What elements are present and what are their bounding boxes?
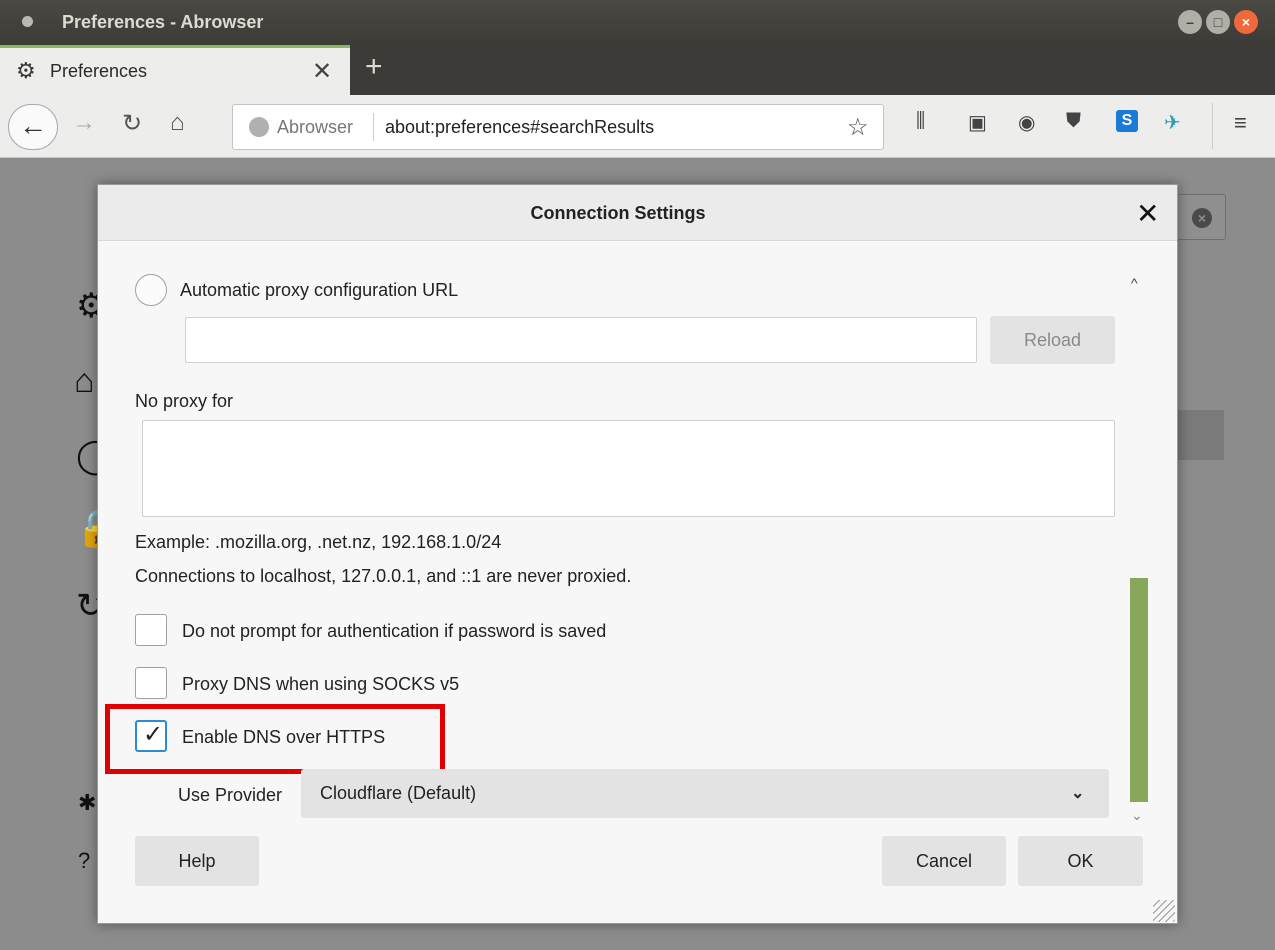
gear-icon: ⚙ xyxy=(16,58,36,83)
window-titlebar: Preferences - Abrowser – □ × xyxy=(0,0,1275,45)
navigation-bar: ← → ↻ ⌂ Abrowser about:preferences#searc… xyxy=(0,95,1275,158)
sidebar-icon[interactable]: ▣ xyxy=(968,110,987,135)
window-title: Preferences - Abrowser xyxy=(62,12,264,32)
forward-button[interactable]: → xyxy=(72,109,96,137)
toolbar-separator xyxy=(1212,103,1213,149)
tab-preferences[interactable]: ⚙ Preferences ✕ xyxy=(0,45,350,95)
skype-extension-icon[interactable]: S xyxy=(1116,110,1138,132)
connection-settings-dialog: Connection Settings ✕ Automatic proxy co… xyxy=(97,184,1178,924)
new-tab-button[interactable]: + xyxy=(365,50,383,84)
home-button[interactable]: ⌂ xyxy=(170,109,185,137)
auto-proxy-label: Automatic proxy configuration URL xyxy=(180,280,459,300)
close-icon: × xyxy=(1192,208,1212,228)
ublock-icon[interactable]: ⛊ xyxy=(1066,110,1081,133)
search-clear-button: × xyxy=(1176,194,1226,240)
dialog-title: Connection Settings xyxy=(530,203,706,223)
url-bar[interactable]: Abrowser about:preferences#searchResults… xyxy=(232,104,884,150)
account-icon[interactable]: ◉ xyxy=(1018,110,1035,135)
proxy-dns-label: Proxy DNS when using SOCKS v5 xyxy=(182,674,460,694)
tab-close-button[interactable]: ✕ xyxy=(312,57,332,86)
use-provider-label: Use Provider xyxy=(178,785,283,805)
reload-button[interactable]: ↻ xyxy=(122,109,142,138)
localhost-note: Connections to localhost, 127.0.0.1, and… xyxy=(135,566,632,586)
tab-title: Preferences xyxy=(50,61,148,81)
provider-select[interactable]: Cloudflare (Default) ⌄ xyxy=(301,769,1109,818)
app-menu-icon[interactable] xyxy=(22,16,33,27)
no-proxy-label: No proxy for xyxy=(135,391,234,411)
bookmark-star-icon[interactable]: ☆ xyxy=(847,113,869,142)
cancel-button[interactable]: Cancel xyxy=(882,836,1006,886)
extension-icon[interactable]: ✈ xyxy=(1164,110,1181,135)
scroll-down-icon[interactable]: ⌄ xyxy=(1131,807,1143,824)
scroll-up-icon[interactable]: ^ xyxy=(1131,275,1138,291)
library-icon[interactable]: ⫼ xyxy=(916,110,925,133)
site-identity: Abrowser xyxy=(277,117,354,137)
ok-button[interactable]: OK xyxy=(1018,836,1143,886)
dialog-close-button[interactable]: ✕ xyxy=(1136,197,1159,230)
example-text: Example: .mozilla.org, .net.nz, 192.168.… xyxy=(135,532,502,552)
help-icon: ? xyxy=(78,848,91,873)
home-icon: ⌂ xyxy=(74,362,95,400)
close-window-button[interactable]: × xyxy=(1234,10,1258,34)
no-auth-prompt-checkbox[interactable] xyxy=(135,614,167,646)
provider-value: Cloudflare (Default) xyxy=(320,783,477,803)
url-text[interactable]: about:preferences#searchResults xyxy=(385,117,654,138)
site-info-icon[interactable] xyxy=(249,117,269,137)
maximize-button[interactable]: □ xyxy=(1206,10,1230,34)
no-auth-prompt-label: Do not prompt for authentication if pass… xyxy=(182,621,607,641)
menu-hamburger-icon[interactable]: ≡ xyxy=(1234,110,1247,136)
proxy-dns-checkbox[interactable] xyxy=(135,667,167,699)
help-button[interactable]: Help xyxy=(135,836,259,886)
minimize-button[interactable]: – xyxy=(1178,10,1202,34)
chevron-down-icon: ⌄ xyxy=(1071,785,1085,802)
auto-proxy-url-input[interactable] xyxy=(185,317,977,363)
reload-button[interactable]: Reload xyxy=(990,316,1115,364)
background-block xyxy=(1176,410,1224,460)
back-button[interactable]: ← xyxy=(8,104,58,150)
scrollbar-thumb[interactable] xyxy=(1130,578,1148,802)
resize-grip[interactable] xyxy=(1153,900,1175,922)
url-separator xyxy=(373,113,374,141)
auto-proxy-radio[interactable] xyxy=(135,274,167,306)
extensions-icon: ✱ xyxy=(78,790,97,815)
dialog-header: Connection Settings ✕ xyxy=(98,185,1177,241)
no-proxy-textarea[interactable] xyxy=(142,420,1115,517)
tab-strip: ⚙ Preferences ✕ + xyxy=(0,45,1275,95)
